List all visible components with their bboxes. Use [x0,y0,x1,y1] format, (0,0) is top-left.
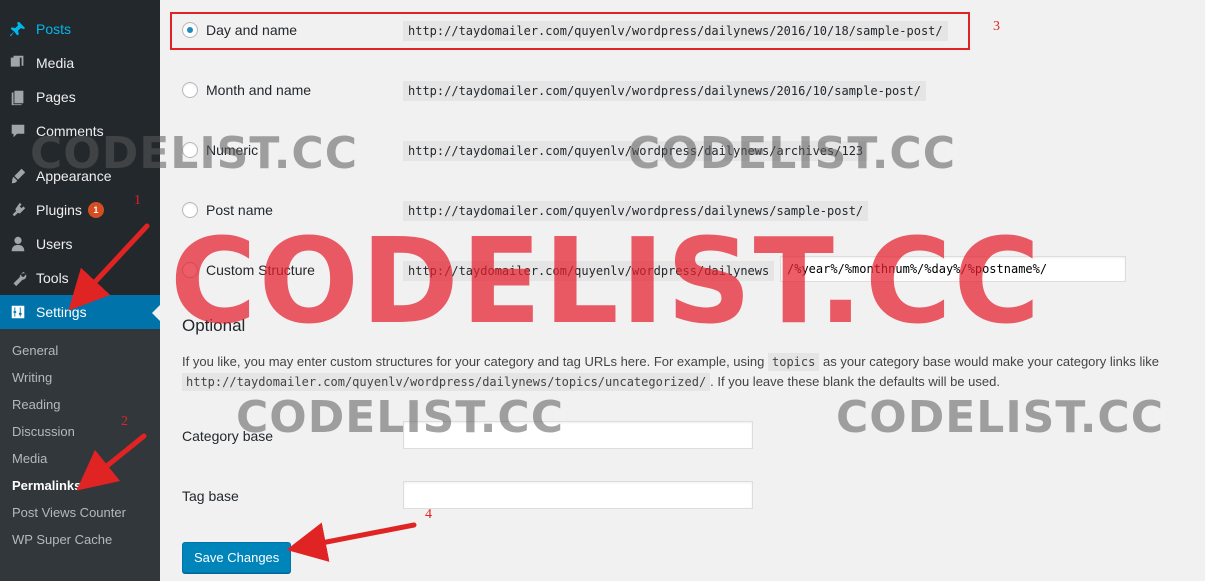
permalink-option-numeric: Numeric [182,142,258,158]
radio-custom-structure[interactable] [182,262,198,278]
radio-month-and-name[interactable] [182,82,198,98]
example-url: http://taydomailer.com/quyenlv/wordpress… [403,81,926,101]
option-label: Post name [206,202,273,218]
permalink-option-month-and-name: Month and name [182,82,311,98]
tag-base-input[interactable] [403,481,753,509]
optional-heading: Optional [182,316,246,335]
sidebar-item-label: Comments [36,123,104,139]
sidebar-item-label: Settings [36,304,87,320]
pages-icon [0,88,36,106]
submenu-media[interactable]: Media [12,451,47,466]
option-label: Numeric [206,142,259,158]
save-changes-button[interactable]: Save Changes [182,542,292,573]
active-indicator [152,305,160,321]
admin-sidebar: Posts Media Pages Comments Appearance Pl… [0,0,160,581]
optional-description: If you like, you may enter custom struct… [182,352,1192,392]
permalink-option-day-and-name: Day and name [182,22,297,38]
radio-day-and-name[interactable] [182,22,198,38]
settings-submenu: General Writing Reading Discussion Media… [0,329,160,581]
sidebar-item-label: Appearance [36,168,112,184]
users-icon [0,235,36,253]
custom-structure-input[interactable] [780,256,1126,282]
submenu-reading[interactable]: Reading [12,397,60,412]
permalink-option-custom-structure: Custom Structure [182,262,315,278]
inline-code: topics [768,353,820,371]
sidebar-item-pages[interactable]: Pages [0,80,160,114]
brush-icon [0,167,36,185]
comments-icon [0,122,36,140]
radio-post-name[interactable] [182,202,198,218]
submenu-discussion[interactable]: Discussion [12,424,75,439]
wrench-icon [0,269,36,287]
submenu-writing[interactable]: Writing [12,370,52,385]
example-url: http://taydomailer.com/quyenlv/wordpress… [403,141,869,161]
sidebar-item-label: Pages [36,89,76,105]
category-base-label: Category base [182,428,274,444]
annotation-number: 2 [121,414,128,429]
sidebar-item-posts[interactable]: Posts [0,12,160,46]
pin-icon [0,20,36,38]
sidebar-item-label: Posts [36,21,72,37]
main-content: Day and name http://taydomailer.com/quye… [160,0,1205,581]
sidebar-item-label: Tools [36,270,69,286]
example-url: http://taydomailer.com/quyenlv/wordpress… [403,261,775,281]
inline-code: http://taydomailer.com/quyenlv/wordpress… [182,373,711,391]
sidebar-item-label: Plugins [36,202,82,218]
radio-numeric[interactable] [182,142,198,158]
option-label: Custom Structure [206,262,315,278]
sidebar-item-label: Media [36,55,75,71]
annotation-number: 4 [425,507,432,522]
sidebar-item-comments[interactable]: Comments [0,114,160,148]
desc-text: as your category base would make your ca… [822,354,1159,369]
submenu-wp-super-cache[interactable]: WP Super Cache [12,532,112,547]
sidebar-item-appearance[interactable]: Appearance [0,159,160,193]
example-url: http://taydomailer.com/quyenlv/wordpress… [403,21,948,41]
option-label: Day and name [206,22,298,38]
submenu-post-views-counter[interactable]: Post Views Counter [12,505,126,520]
media-icon [0,54,36,72]
desc-text: . If you leave these blank the defaults … [710,374,1000,389]
plugin-icon [0,201,36,219]
sidebar-item-users[interactable]: Users [0,227,160,261]
submenu-permalinks[interactable]: Permalinks [12,478,81,493]
submenu-general[interactable]: General [12,343,58,358]
tag-base-label: Tag base [182,488,239,504]
option-label: Month and name [206,82,312,98]
annotation-number: 3 [993,19,1000,34]
sidebar-item-media[interactable]: Media [0,46,160,80]
settings-icon [0,303,36,321]
category-base-input[interactable] [403,421,753,449]
sidebar-item-label: Users [36,236,73,252]
example-url: http://taydomailer.com/quyenlv/wordpress… [403,201,869,221]
update-count-badge: 1 [87,202,104,218]
desc-text: If you like, you may enter custom struct… [182,354,765,369]
sidebar-item-settings[interactable]: Settings [0,295,160,329]
permalink-option-post-name: Post name [182,202,273,218]
sidebar-item-tools[interactable]: Tools [0,261,160,295]
annotation-number: 1 [134,193,141,208]
